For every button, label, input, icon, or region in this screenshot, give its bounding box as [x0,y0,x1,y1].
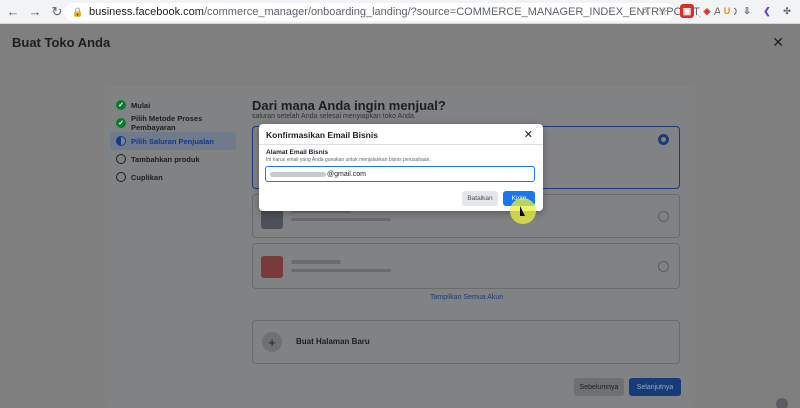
forward-icon[interactable]: → [26,3,44,21]
step-preview[interactable]: Cuplikan [110,168,236,186]
blurred-detail [291,269,391,272]
app-header: Buat Toko Anda ✕ [0,24,800,60]
bookmark-star-icon[interactable]: ☆ [658,5,668,18]
divider [259,144,543,145]
zoom-icon[interactable]: ⌕ [642,5,648,18]
url-text: business.facebook.com/commerce_manager/o… [89,6,737,18]
section-subtitle: saluran setelah Anda selesai menyiapkan … [252,113,416,120]
url-host: business.facebook.com [89,6,204,18]
radio-unselected[interactable] [658,211,669,222]
previous-button[interactable]: Sebelumnya [574,378,624,396]
plus-icon: + [262,332,282,352]
back-icon[interactable]: ← [4,3,22,21]
email-field-label: Alamat Email Bisnis [266,149,329,156]
blurred-detail [291,218,391,221]
step-label: Pilih Metode Proses Pembayaran [131,114,203,132]
account-option-3[interactable] [252,243,680,289]
globe-icon[interactable] [776,398,788,408]
step-label: Tambahkan produk [131,154,200,164]
create-page-label: Buat Halaman Baru [296,337,370,346]
empty-circle-icon [116,172,126,182]
radio-unselected[interactable] [658,261,669,272]
dialog-close-icon[interactable]: ✕ [524,128,533,141]
email-field[interactable]: @gmail.com [265,166,535,182]
steps-sidebar: ✓ Mulai ✓ Pilih Metode Proses Pembayaran P… [110,96,236,186]
extension-download-icon[interactable]: ⇩ [740,4,754,18]
extension-red-icon[interactable]: ▣ [680,4,694,18]
dialog-title: Konfirmasikan Email Bisnis [266,130,378,140]
step-payment-method[interactable]: ✓ Pilih Metode Proses Pembayaran [110,114,236,132]
lock-icon: 🔒 [72,6,84,17]
email-value: @gmail.com [327,170,367,178]
address-bar[interactable]: 🔒 business.facebook.com/commerce_manager… [64,3,737,21]
half-circle-icon [116,136,126,146]
extension-pocket-icon[interactable]: ◈ [700,4,714,18]
radio-selected[interactable] [658,134,669,145]
extension-arrow-icon[interactable]: ❮ [760,4,774,18]
blurred-name [291,260,341,264]
mouse-cursor-icon [520,206,525,216]
page-thumbnail [261,256,283,278]
extension-u-icon[interactable]: U [720,4,734,18]
section-title: Dari mana Anda ingin menjual? [252,98,446,113]
browser-toolbar: ← → ↻ 🔒 business.facebook.com/commerce_m… [0,0,800,24]
step-label: Mulai [131,100,151,110]
step-label: Cuplikan [131,172,163,182]
step-add-products[interactable]: Tambahkan produk [110,150,236,168]
email-field-help: Ini harus email yang Anda gunakan untuk … [266,157,431,163]
next-button[interactable]: Selanjutnya [629,378,681,396]
confirm-email-dialog: Konfirmasikan Email Bisnis ✕ Alamat Emai… [259,124,543,211]
blurred-email-local-part [270,171,326,177]
cancel-button[interactable]: Batalkan [462,191,498,206]
step-label: Pilih Saluran Penjualan [131,136,214,146]
check-icon: ✓ [116,100,126,110]
step-sales-channel[interactable]: Pilih Saluran Penjualan [110,132,236,150]
close-icon[interactable]: ✕ [772,34,784,51]
extensions-puzzle-icon[interactable]: ✣ [780,4,794,18]
empty-circle-icon [116,154,126,164]
show-all-accounts-link[interactable]: Tampilkan Semua Akun [430,294,503,301]
step-mulai[interactable]: ✓ Mulai [110,96,236,114]
check-icon: ✓ [116,118,126,128]
page-title: Buat Toko Anda [12,34,111,50]
